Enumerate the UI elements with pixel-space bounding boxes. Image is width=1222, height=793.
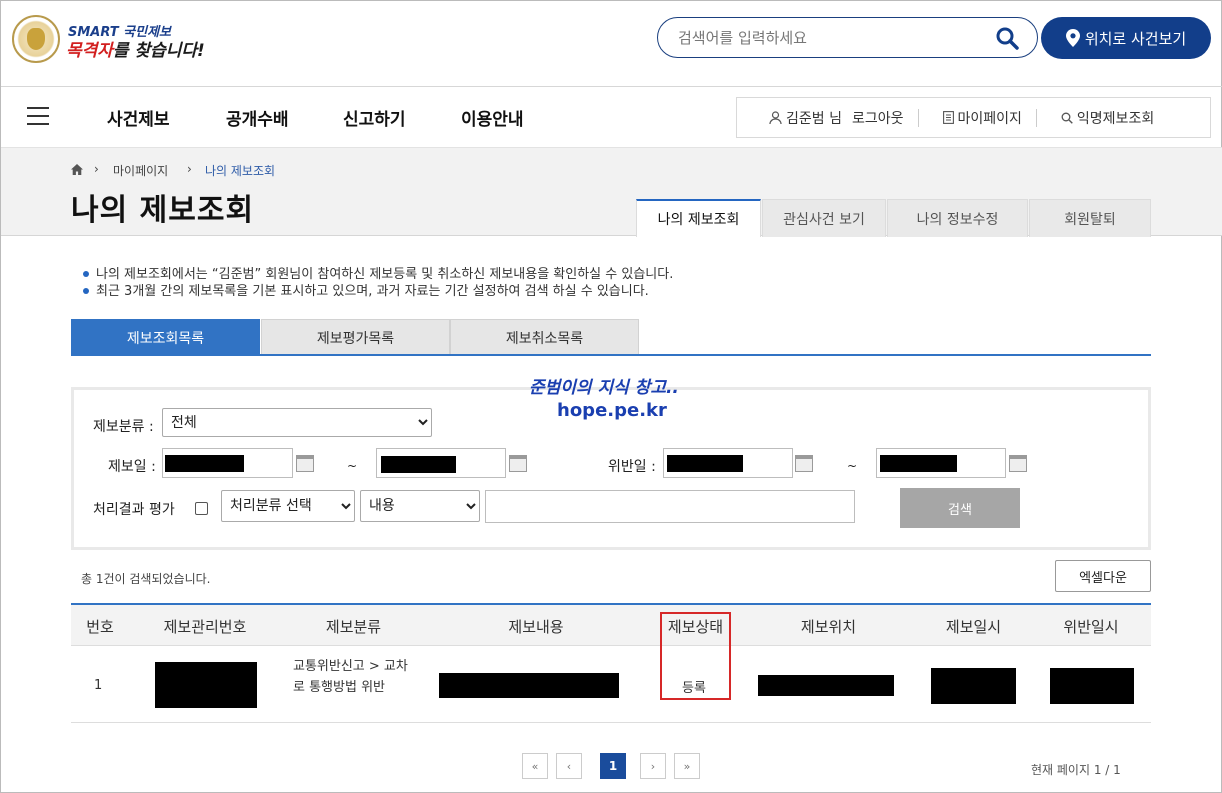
search-box	[657, 17, 1038, 58]
keyword-input[interactable]	[485, 490, 855, 523]
tab-withdraw[interactable]: 회원탈퇴	[1029, 199, 1151, 237]
calendar-icon[interactable]	[509, 455, 527, 472]
document-icon	[942, 111, 954, 124]
notice-list: 나의 제보조회에서는 “김준범” 회원님이 참여하신 제보등록 및 취소하신 제…	[81, 266, 673, 300]
map-pin-icon	[1065, 29, 1080, 47]
mypage-link[interactable]: 마이페이지	[919, 108, 1036, 128]
redacted-value	[165, 455, 244, 472]
police-emblem-logo[interactable]	[12, 15, 60, 63]
location-view-label: 위치로 사건보기	[1084, 29, 1187, 48]
redacted-violation-datetime	[1050, 668, 1134, 704]
nav-report[interactable]: 사건제보	[107, 105, 170, 130]
eval-label: 처리결과 평가	[93, 502, 175, 518]
redacted-manage-no[interactable]	[155, 662, 257, 708]
last-page-icon[interactable]: »	[674, 753, 700, 779]
date-range-tilde: ~	[847, 459, 858, 473]
notice-item: 나의 제보조회에서는 “김준범” 회원님이 참여하신 제보등록 및 취소하신 제…	[81, 266, 673, 283]
col-report-datetime: 제보일시	[945, 618, 1002, 636]
search-icon	[1061, 112, 1073, 124]
header-divider	[1, 86, 1222, 87]
nav-wanted[interactable]: 공개수배	[226, 105, 289, 130]
filter-search-button[interactable]: 검색	[900, 488, 1020, 528]
row-category: 교통위반신고 > 교차로 통행방법 위반	[293, 659, 408, 695]
page-info: 현재 페이지 1 / 1	[1031, 763, 1121, 777]
redacted-report-datetime	[931, 668, 1016, 704]
report-date-start-field[interactable]	[162, 448, 293, 478]
logo-slogan-rest: 를 찾습니다!	[112, 41, 205, 61]
redacted-location	[758, 675, 894, 696]
col-number: 번호	[86, 618, 114, 636]
col-violation-datetime: 위반일시	[1063, 618, 1119, 636]
menu-hamburger-icon[interactable]	[27, 107, 49, 125]
watermark-line1: 준범이의 지식 창고..	[529, 378, 679, 398]
process-category-select[interactable]: 처리분류 선택	[221, 490, 355, 522]
nav-declare[interactable]: 신고하기	[343, 105, 406, 130]
prev-page-icon[interactable]: ‹	[556, 753, 582, 779]
status-highlight-box	[660, 612, 731, 700]
search-input[interactable]	[678, 26, 978, 50]
breadcrumb-current[interactable]: 나의 제보조회	[205, 162, 275, 179]
row-number: 1	[94, 678, 103, 693]
table-row-border	[71, 722, 1151, 723]
page-title: 나의 제보조회	[71, 193, 255, 228]
eval-checkbox[interactable]	[195, 502, 208, 515]
search-icon[interactable]	[995, 26, 1019, 50]
tab-interest-cases[interactable]: 관심사건 보기	[762, 199, 886, 237]
excel-download-button[interactable]: 엑셀다운	[1055, 560, 1151, 592]
tab-my-reports[interactable]: 나의 제보조회	[636, 199, 761, 237]
report-date-end-field[interactable]	[376, 448, 506, 478]
result-count: 총 1건이 검색되었습니다.	[81, 572, 211, 586]
calendar-icon[interactable]	[795, 455, 813, 472]
nav-guide[interactable]: 이용안내	[461, 105, 524, 130]
logout-link[interactable]: 로그아웃	[852, 108, 904, 128]
tab-edit-info[interactable]: 나의 정보수정	[887, 199, 1028, 237]
first-page-icon[interactable]: «	[522, 753, 548, 779]
watermark-line2: hope.pe.kr	[557, 400, 667, 421]
col-category: 제보분류	[325, 618, 382, 636]
breadcrumb-chevron-icon: ›	[187, 162, 192, 176]
category-select[interactable]: 전체	[162, 408, 432, 437]
logo-slogan[interactable]: 목격자를 찾습니다!	[66, 36, 205, 61]
redacted-value	[880, 455, 957, 472]
home-icon[interactable]	[71, 164, 83, 175]
breadcrumb-mypage[interactable]: 마이페이지	[113, 162, 168, 179]
violation-date-label: 위반일 :	[608, 459, 656, 475]
notice-item: 최근 3개월 간의 제보목록을 기본 표시하고 있으며, 과거 자료는 기간 설…	[81, 283, 673, 300]
redacted-value	[667, 455, 743, 472]
subtab-report-list[interactable]: 제보조회목록	[71, 319, 260, 356]
user-icon	[769, 111, 782, 124]
subtab-cancel-list[interactable]: 제보취소목록	[450, 319, 639, 356]
location-view-button[interactable]: 위치로 사건보기	[1041, 17, 1211, 59]
report-date-label: 제보일 :	[108, 459, 156, 475]
violation-date-start-field[interactable]	[663, 448, 793, 478]
col-content: 제보내용	[508, 618, 564, 636]
mypage-label: 마이페이지	[957, 110, 1022, 127]
content-select[interactable]: 내용	[360, 490, 480, 522]
calendar-icon[interactable]	[1009, 455, 1027, 472]
anonymous-report-label: 익명제보조회	[1076, 110, 1155, 127]
date-range-tilde: ~	[347, 459, 358, 473]
anonymous-report-link[interactable]: 익명제보조회	[1037, 108, 1168, 128]
col-location: 제보위치	[800, 618, 857, 636]
user-menu: 김준범 님 로그아웃 마이페이지 익명제보조회	[736, 97, 1211, 138]
calendar-icon[interactable]	[296, 455, 314, 472]
violation-date-end-field[interactable]	[876, 448, 1006, 478]
col-manage-no: 제보관리번호	[163, 618, 247, 636]
logo-slogan-red: 목격자	[66, 41, 113, 61]
breadcrumb-chevron-icon: ›	[94, 162, 99, 176]
subtab-evaluation-list[interactable]: 제보평가목록	[261, 319, 450, 356]
page-number[interactable]: 1	[600, 753, 626, 779]
next-page-icon[interactable]: ›	[640, 753, 666, 779]
redacted-content[interactable]	[439, 673, 619, 698]
user-info: 김준범 님 로그아웃	[737, 108, 918, 128]
category-label: 제보분류 :	[93, 419, 154, 435]
subtab-underline	[71, 354, 1151, 356]
user-name: 김준범 님	[786, 110, 842, 127]
redacted-value	[381, 456, 456, 473]
